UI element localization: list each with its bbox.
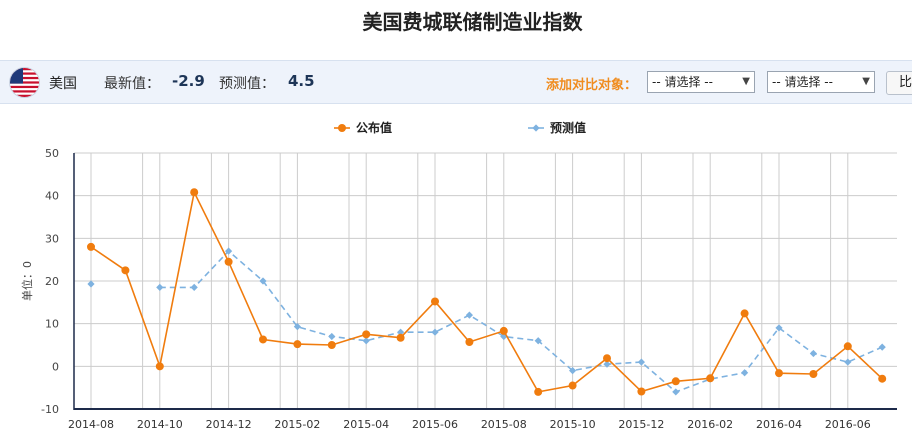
chevron-down-icon: ▼ bbox=[862, 76, 870, 87]
published-point bbox=[740, 309, 749, 318]
legend-forecast-marker bbox=[532, 124, 540, 132]
compare-select-2[interactable]: -- 请选择 -- ▼ bbox=[767, 71, 875, 93]
x-tick-label: 2016-04 bbox=[756, 418, 802, 431]
legend: 公布值 预测值 bbox=[334, 120, 586, 135]
x-tick-label: 2015-04 bbox=[343, 418, 389, 431]
x-tick-label: 2016-02 bbox=[687, 418, 733, 431]
published-point bbox=[259, 335, 267, 344]
forecast-point bbox=[465, 311, 473, 319]
published-point bbox=[568, 381, 577, 390]
compare-select-2-value: -- 请选择 -- bbox=[772, 75, 833, 89]
published-point bbox=[843, 342, 852, 351]
x-tick-label: 2015-06 bbox=[412, 418, 458, 431]
published-point bbox=[671, 377, 680, 386]
published-point bbox=[637, 387, 646, 396]
forecast-point bbox=[190, 283, 198, 291]
forecast-point bbox=[637, 358, 645, 366]
published-point bbox=[534, 387, 543, 396]
x-tick-label: 2014-12 bbox=[206, 418, 252, 431]
published-point bbox=[878, 374, 887, 383]
y-tick-label: -10 bbox=[41, 403, 59, 416]
published-point bbox=[87, 242, 95, 251]
published-point bbox=[121, 266, 130, 275]
x-tick-label: 2014-10 bbox=[137, 418, 183, 431]
y-axis-label: 单位：0 bbox=[20, 261, 34, 301]
y-tick-label: 20 bbox=[45, 275, 59, 288]
page-title: 美国费城联储制造业指数 bbox=[362, 10, 583, 34]
forecast-point bbox=[844, 358, 852, 366]
published-point bbox=[809, 370, 818, 379]
y-tick-label: 50 bbox=[45, 147, 59, 160]
x-tick-label: 2015-10 bbox=[550, 418, 596, 431]
x-tick-label: 2015-08 bbox=[481, 418, 527, 431]
published-point bbox=[775, 369, 783, 378]
chevron-down-icon: ▼ bbox=[742, 76, 750, 87]
published-point bbox=[706, 374, 715, 383]
y-tick-label: 40 bbox=[45, 190, 59, 203]
compare-target-label: 添加对比对象： bbox=[546, 78, 638, 93]
published-point bbox=[327, 341, 336, 349]
country-name: 美国 bbox=[49, 76, 77, 92]
published-point bbox=[293, 340, 302, 349]
y-tick-label: 0 bbox=[52, 360, 59, 373]
us-flag-icon bbox=[10, 68, 39, 97]
published-point bbox=[465, 338, 474, 347]
latest-value-label: 最新值： bbox=[104, 76, 160, 92]
published-point bbox=[190, 188, 199, 197]
latest-value: -2.9 bbox=[172, 72, 205, 90]
x-tick-label: 2014-08 bbox=[68, 418, 114, 431]
forecast-line bbox=[159, 249, 883, 393]
x-tick-label: 2015-02 bbox=[274, 418, 320, 431]
published-point bbox=[431, 297, 439, 306]
forecast-point bbox=[809, 349, 817, 358]
y-tick-label: 30 bbox=[45, 232, 59, 245]
legend-published-label: 公布值 bbox=[356, 120, 392, 135]
chart: 公布值 预测值 -10 0 10 20 30 40 50 2014-08 2014-10 2014-… bbox=[20, 120, 897, 431]
forecast-point bbox=[741, 369, 749, 377]
published-point bbox=[362, 330, 371, 339]
axes: -10 0 10 20 30 40 50 2014-08 2014-10 2014-12 2015-… bbox=[20, 147, 897, 431]
forecast-point bbox=[156, 283, 164, 291]
forecast-point bbox=[672, 388, 680, 396]
forecast-value: 4.5 bbox=[288, 72, 315, 90]
published-point bbox=[155, 362, 164, 371]
published-point bbox=[603, 354, 611, 363]
published-point bbox=[224, 257, 233, 266]
x-tick-label: 2016-06 bbox=[825, 418, 871, 431]
y-tick-label: 10 bbox=[45, 318, 59, 331]
published-point bbox=[499, 326, 508, 335]
legend-forecast-label: 预测值 bbox=[550, 120, 586, 135]
forecast-value-label: 预测值： bbox=[219, 76, 275, 92]
published-point bbox=[396, 333, 405, 342]
compare-select-1[interactable]: -- 请选择 -- ▼ bbox=[647, 71, 755, 93]
forecast-point bbox=[878, 343, 886, 351]
compare-button[interactable]: 比 bbox=[886, 71, 912, 95]
info-bar: 美国 最新值： -2.9 预测值： 4.5 添加对比对象： -- 请选择 -- … bbox=[0, 60, 912, 104]
legend-published-marker bbox=[338, 124, 346, 132]
compare-select-1-value: -- 请选择 -- bbox=[652, 75, 713, 89]
forecast-point bbox=[431, 328, 439, 336]
forecast-point bbox=[328, 332, 336, 341]
x-tick-label: 2015-12 bbox=[618, 418, 664, 431]
